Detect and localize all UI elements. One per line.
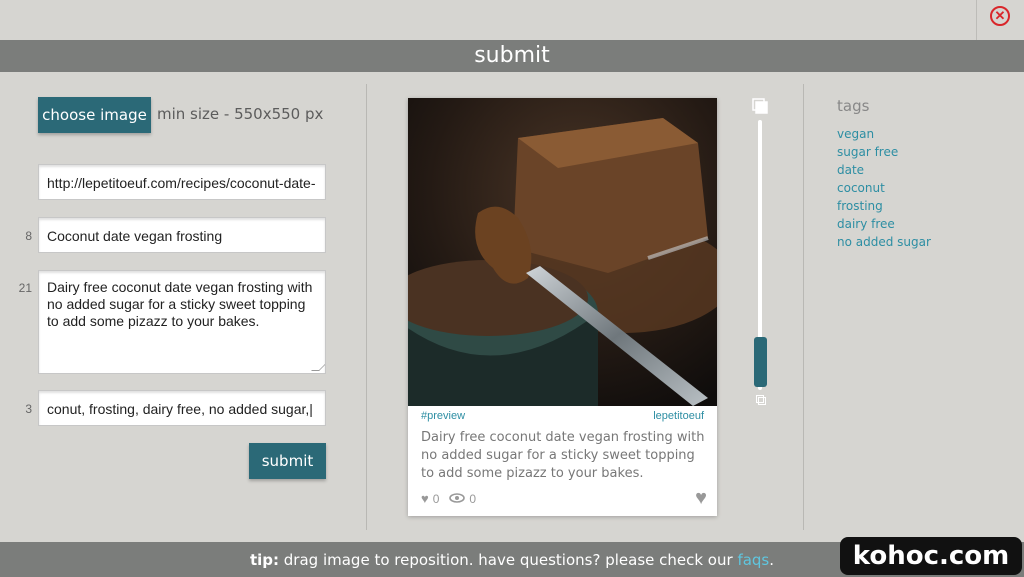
tag-item[interactable]: coconut [837,179,931,197]
submit-button[interactable]: submit [249,443,326,479]
tags-heading: tags [837,97,870,115]
page-title: submit [0,40,1024,72]
tip-tail: . [769,551,775,569]
zoom-slider-handle[interactable] [754,337,767,387]
preview-card[interactable]: #preview lepetitoeuf Dairy free coconut … [408,98,717,516]
tags-field[interactable]: conut, frosting, dairy free, no added su… [38,390,326,426]
url-field[interactable]: http://lepetitoeuf.com/recipes/coconut-d… [38,164,326,200]
tag-item[interactable]: dairy free [837,215,931,233]
preview-tag[interactable]: #preview [421,410,465,422]
faqs-link[interactable]: faqs [737,551,769,569]
tag-item[interactable]: date [837,161,931,179]
watermark-logo: kohoc.com [840,537,1022,575]
tip-text: drag image to reposition. have questions… [279,551,738,569]
title-field[interactable]: Coconut date vegan frosting [38,217,326,253]
likes-count: 0 [432,491,440,506]
top-bar: ✕ [0,0,1024,40]
tip-label: tip: [249,551,280,569]
zoom-out-icon[interactable] [756,392,766,405]
zoom-in-icon[interactable] [752,98,768,114]
tag-item[interactable]: frosting [837,197,931,215]
column-divider-left [366,84,367,530]
author-link[interactable]: lepetitoeuf [653,410,704,422]
description-text: Dairy free coconut date vegan frosting w… [47,279,313,329]
views-count: 0 [469,491,477,506]
description-char-count: 21 [18,281,32,295]
title-char-count: 8 [25,229,32,243]
preview-stats: ♥ 0 0 [421,491,476,506]
tag-item[interactable]: no added sugar [837,233,931,251]
favorite-heart-icon[interactable]: ♥ [695,487,707,510]
resize-grip-icon[interactable] [311,363,325,371]
choose-image-button[interactable]: choose image [38,97,151,133]
tag-item[interactable]: sugar free [837,143,931,161]
tag-item[interactable]: vegan [837,125,931,143]
preview-image[interactable] [408,98,717,406]
main-area: choose image min size - 550x550 px http:… [0,72,1024,542]
tag-list: vegan sugar free date coconut frosting d… [837,125,931,251]
close-icon[interactable]: ✕ [990,6,1010,26]
tags-char-count: 3 [25,402,32,416]
min-size-hint: min size - 550x550 px [157,105,324,123]
column-divider-right [803,84,804,530]
eye-icon [449,491,466,506]
heart-icon: ♥ [421,491,429,506]
description-field[interactable]: Dairy free coconut date vegan frosting w… [38,270,326,374]
preview-description: Dairy free coconut date vegan frosting w… [421,430,705,481]
top-divider [976,0,977,40]
